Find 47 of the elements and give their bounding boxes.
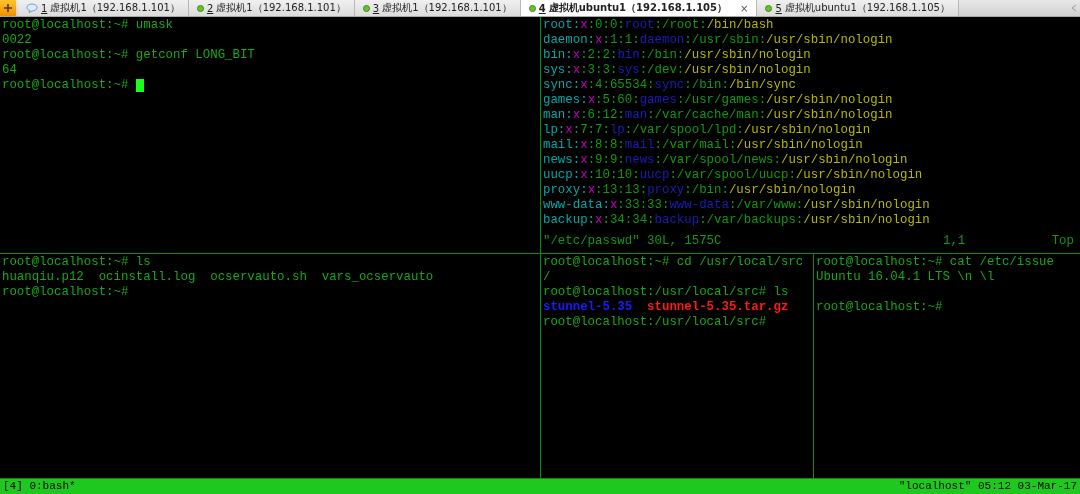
terminal-line: Ubuntu 16.04.1 LTS \n \l bbox=[816, 270, 995, 285]
file-line: root:x:0:0:root:/root:/bin/bash bbox=[543, 18, 774, 33]
status-dot bbox=[765, 4, 773, 12]
terminal-line: root@localhost:~# cat /etc/issue bbox=[816, 255, 1054, 270]
terminal-line: root@localhost:~# bbox=[816, 300, 943, 315]
terminal-line: 0022 bbox=[2, 33, 32, 48]
plus-icon bbox=[3, 3, 13, 13]
file-line: sys:x:3:3:sys:/dev:/usr/sbin/nologin bbox=[543, 63, 811, 78]
terminal-line: root@localhost:~# bbox=[2, 285, 129, 300]
session-tab[interactable]: 3 虚拟机1（192.168.1.101） bbox=[354, 0, 521, 16]
file-line: daemon:x:1:1:daemon:/usr/sbin:/usr/sbin/nologin bbox=[543, 33, 893, 48]
terminal-line: stunnel-5.35 stunnel-5.35.tar.gz bbox=[543, 300, 789, 315]
session-tab[interactable]: 4 虚拟机ubuntu1（192.168.1.105） × bbox=[520, 0, 758, 16]
file-line: bin:x:2:2:bin:/bin:/usr/sbin/nologin bbox=[543, 48, 811, 63]
status-dot bbox=[196, 4, 204, 12]
terminal-line: / bbox=[543, 270, 551, 285]
status-dot bbox=[528, 4, 536, 12]
terminal-line: 64 bbox=[2, 63, 17, 78]
file-line: games:x:5:60:games:/usr/games:/usr/sbin/nologin bbox=[543, 93, 893, 108]
window-list: [4] 0:bash* bbox=[3, 479, 76, 494]
status-dot bbox=[362, 4, 370, 12]
host-clock: "localhost" 05:12 03-Mar-17 bbox=[898, 479, 1077, 494]
scroll-position: Top bbox=[1051, 234, 1074, 249]
terminal-line: root@localhost:/usr/local/src# bbox=[543, 315, 767, 330]
session-tab[interactable]: 2 虚拟机1（192.168.1.101） bbox=[188, 0, 355, 16]
file-line: news:x:9:9:news:/var/spool/news:/usr/sbin/nologin bbox=[543, 153, 908, 168]
file-line: mail:x:8:8:mail:/var/mail:/usr/sbin/nologin bbox=[543, 138, 863, 153]
file-line: lp:x:7:7:lp:/var/spool/lpd:/usr/sbin/nologin bbox=[543, 123, 871, 138]
chat-bubble-icon bbox=[26, 3, 38, 13]
terminal-line: huanqiu.p12 ocinstall.log ocservauto.sh vars_ocservauto bbox=[2, 270, 434, 285]
terminal-line: root@localhost:~# umask bbox=[2, 18, 174, 33]
terminal-line: root@localhost:~# bbox=[2, 78, 129, 93]
vim-file-info: "/etc/passwd" 30L, 1575C bbox=[543, 234, 723, 249]
file-line: man:x:6:12:man:/var/cache/man:/usr/sbin/nologin bbox=[543, 108, 893, 123]
terminal-line: root@localhost:~# getconf LONG_BIT bbox=[2, 48, 255, 63]
new-tab-button[interactable] bbox=[0, 0, 16, 16]
file-line: www-data:x:33:33:www-data:/var/www:/usr/sbin/nologin bbox=[543, 198, 930, 213]
file-line: proxy:x:13:13:proxy:/bin:/usr/sbin/nologin bbox=[543, 183, 856, 198]
session-tab[interactable]: 5 虚拟机ubuntu1（192.168.1.105） bbox=[757, 0, 959, 16]
file-line: sync:x:4:65534:sync:/bin:/bin/sync bbox=[543, 78, 796, 93]
session-tab[interactable]: 1 虚拟机1（192.168.1.101） bbox=[18, 0, 189, 16]
terminal-line: root@localhost:~# cd /usr/local/src bbox=[543, 255, 804, 270]
terminal-line: root@localhost:~# ls bbox=[2, 255, 151, 270]
file-line: uucp:x:10:10:uucp:/var/spool/uucp:/usr/sbin/nologin bbox=[543, 168, 923, 183]
cursor-position: 1,1 bbox=[943, 234, 967, 249]
terminal-line: root@localhost:/usr/local/src# ls bbox=[543, 285, 789, 300]
file-line: backup:x:34:34:backup:/var/backups:/usr/sbin/nologin bbox=[543, 213, 930, 228]
